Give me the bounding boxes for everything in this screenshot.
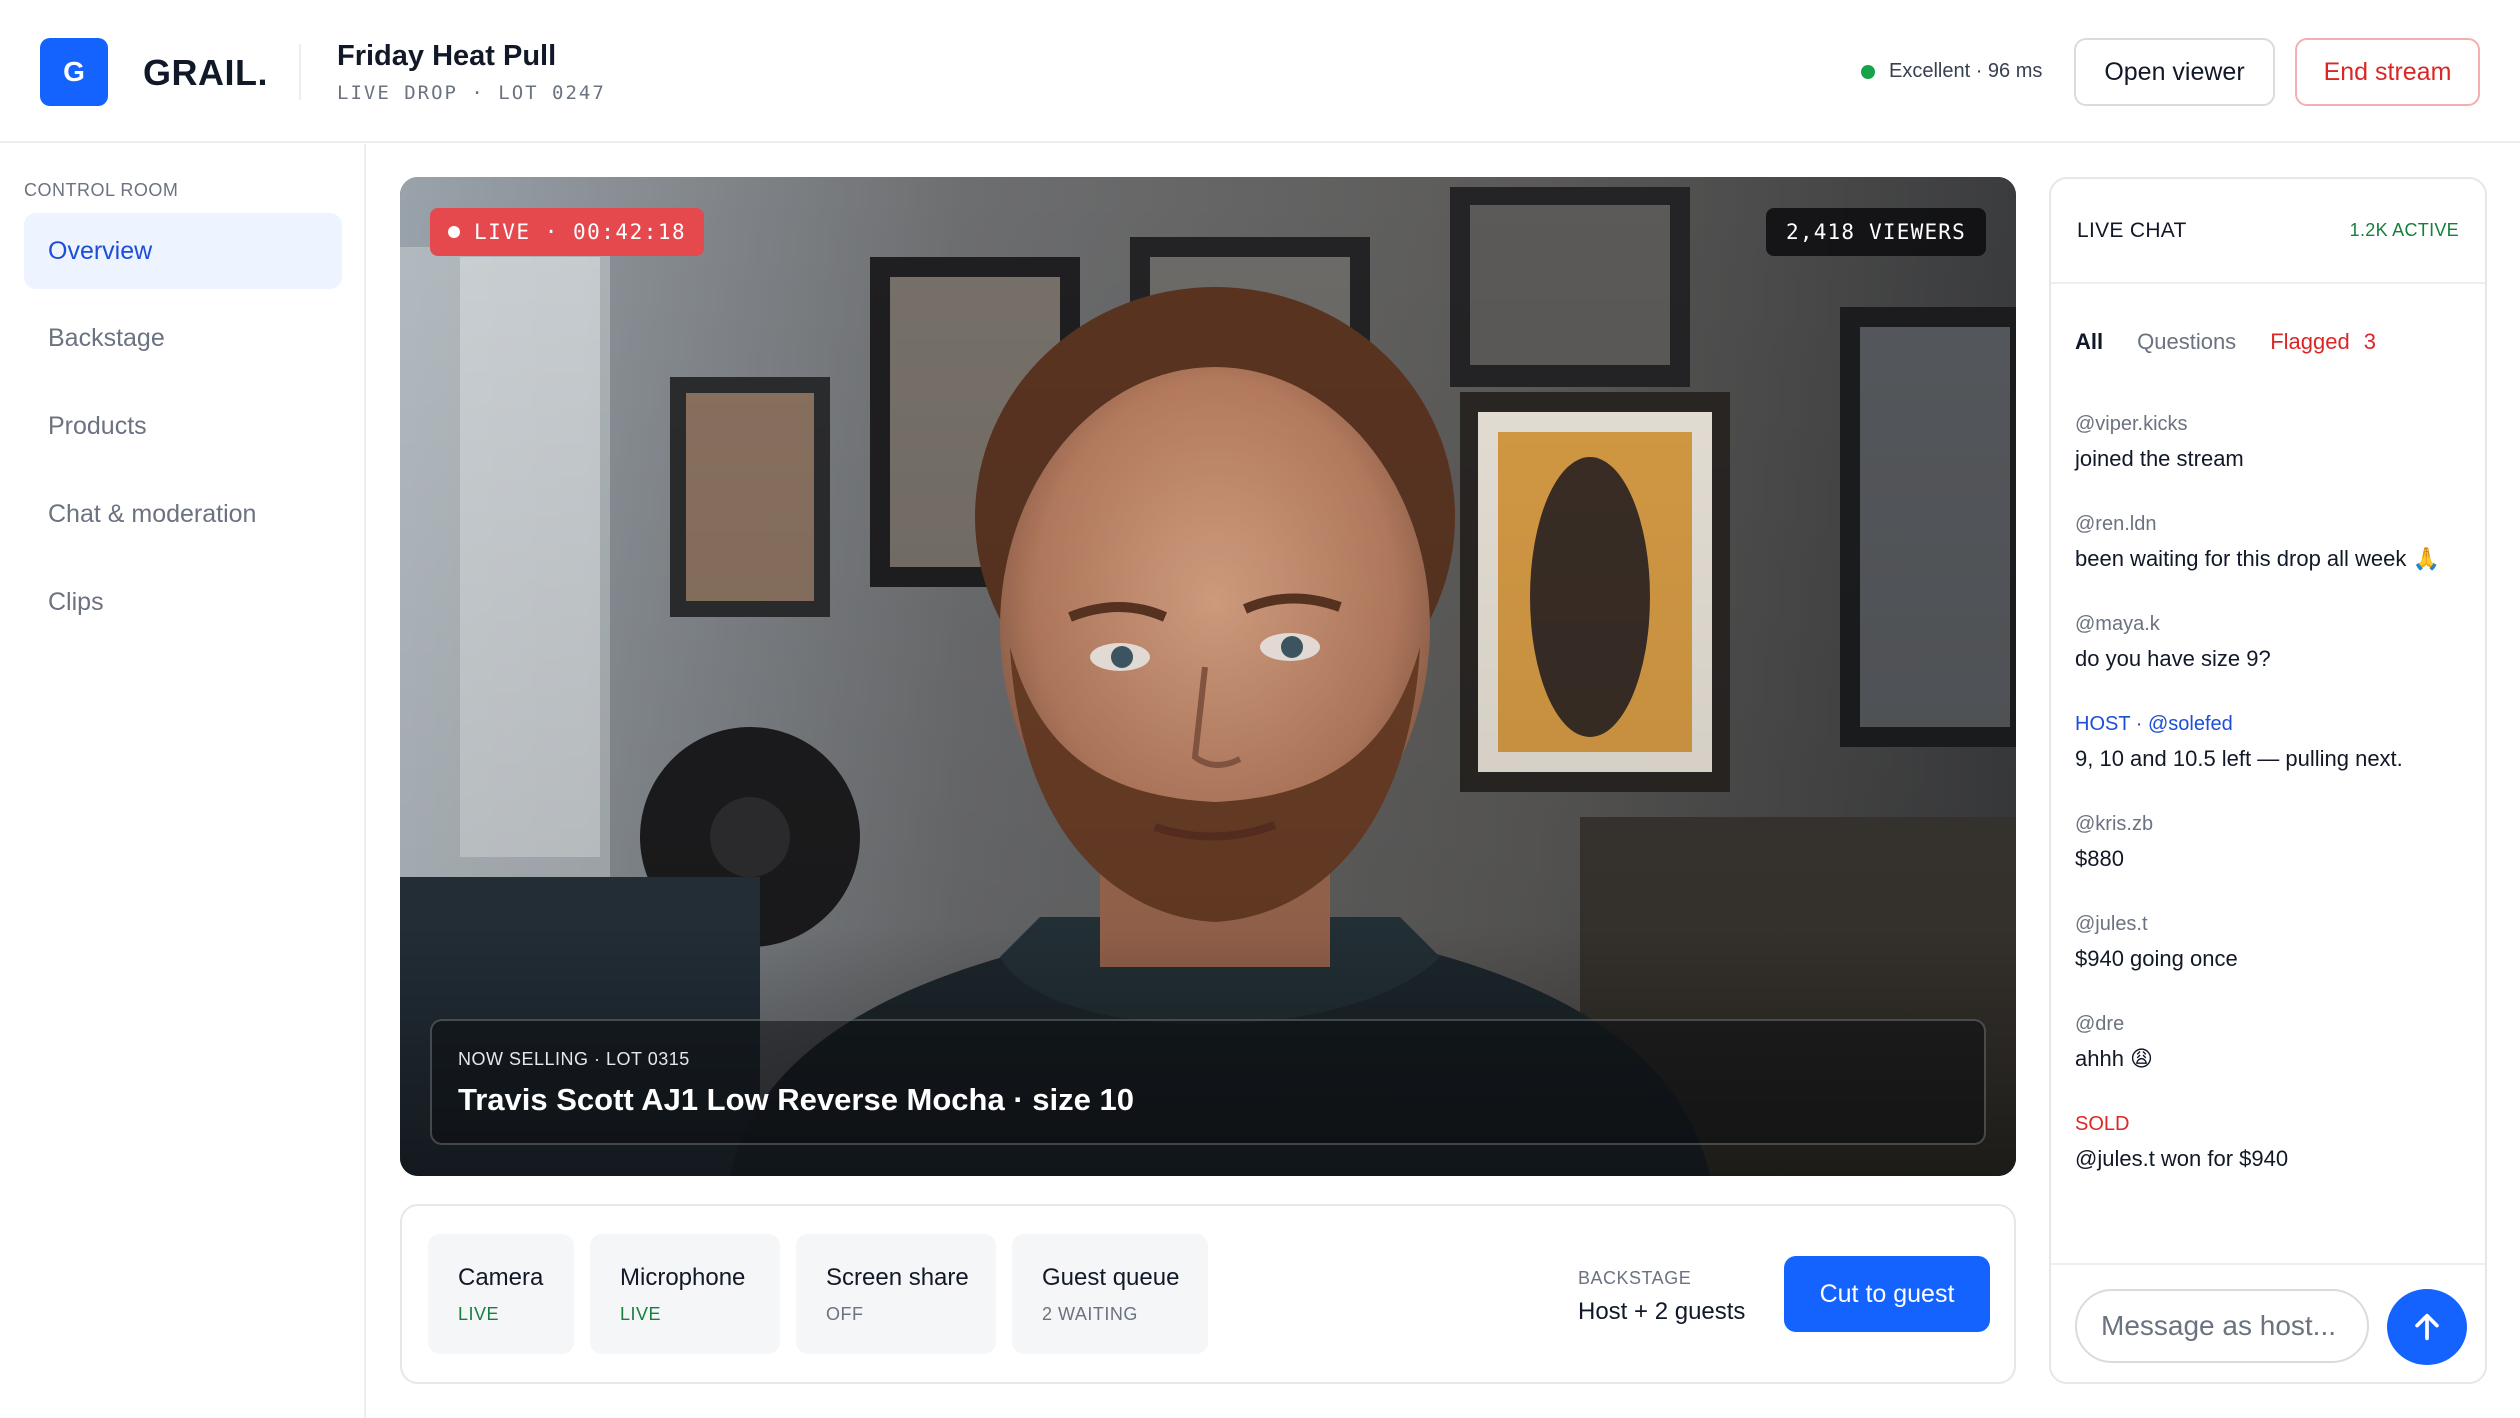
chat-message: @viper.kicks joined the stream — [2075, 413, 2475, 472]
chat-message-text: $880 — [2075, 846, 2124, 871]
now-selling-label: NOW SELLING · LOT 0315 — [458, 1049, 690, 1069]
camera-state: LIVE — [458, 1304, 500, 1324]
chat-tabs: All Questions Flagged 3 — [2075, 329, 2376, 355]
chat-message-input[interactable] — [2075, 1289, 2369, 1363]
guest-queue-label: Guest queue — [1042, 1264, 1180, 1291]
guest-queue-state: 2 WAITING — [1042, 1304, 1138, 1324]
stream-controls: Camera LIVE Microphone LIVE Screen share… — [400, 1204, 2016, 1384]
guest-queue-button[interactable]: Guest queue 2 WAITING — [1012, 1234, 1208, 1354]
screen-share-toggle[interactable]: Screen share OFF — [796, 1234, 996, 1354]
screen-share-label: Screen share — [826, 1264, 969, 1291]
chat-message-text: been waiting for this drop all week 🙏 — [2075, 546, 2440, 571]
sidebar: CONTROL ROOM Overview Backstage Products… — [0, 144, 366, 1418]
header-divider — [299, 44, 301, 100]
video-preview[interactable]: LIVE · 00:42:18 2,418 VIEWERS NOW SELLIN… — [400, 177, 2016, 1176]
chat-message: @dre ahhh 😩 — [2075, 1013, 2475, 1072]
live-timer-label: LIVE · 00:42:18 — [474, 220, 687, 244]
chat-message: @maya.k do you have size 9? — [2075, 613, 2475, 672]
brand-name: GRAIL. — [143, 52, 268, 93]
arrow-up-icon — [2415, 1313, 2439, 1341]
chat-message-user: @maya.k — [2075, 613, 2160, 635]
chat-active-count: 1.2K ACTIVE — [2349, 220, 2459, 240]
sidebar-item-clips[interactable]: Clips — [24, 564, 342, 640]
chat-message-text: @jules.t won for $940 — [2075, 1146, 2289, 1171]
chat-message: @kris.zb $880 — [2075, 813, 2475, 872]
camera-label: Camera — [458, 1264, 544, 1291]
chat-header: LIVE CHAT 1.2K ACTIVE — [2051, 179, 2485, 284]
camera-toggle[interactable]: Camera LIVE — [428, 1234, 574, 1354]
live-dot-icon — [448, 226, 460, 238]
chat-message-text: ahhh 😩 — [2075, 1046, 2153, 1071]
logo-icon: G — [40, 38, 108, 106]
chat-message-text: 9, 10 and 10.5 left — pulling next. — [2075, 746, 2403, 771]
backstage-label: BACKSTAGE — [1578, 1268, 1692, 1288]
chat-message-sold: SOLD @jules.t won for $940 — [2075, 1113, 2475, 1172]
flagged-count-badge: 3 — [2363, 329, 2376, 354]
chat-composer — [2051, 1263, 2485, 1382]
viewer-count-badge: 2,418 VIEWERS — [1766, 208, 1986, 256]
chat-message-user: @dre — [2075, 1013, 2125, 1035]
chat-message-user: @ren.ldn — [2075, 513, 2157, 535]
chat-message-user: SOLD — [2075, 1113, 2130, 1135]
microphone-state: LIVE — [620, 1304, 662, 1324]
backstage-value: Host + 2 guests — [1578, 1298, 1746, 1325]
microphone-label: Microphone — [620, 1264, 746, 1291]
chat-message-text: do you have size 9? — [2075, 646, 2271, 671]
chat-message-host: HOST · @solefed 9, 10 and 10.5 left — pu… — [2075, 713, 2475, 772]
top-header: G GRAIL. Friday Heat Pull LIVE DROP · LO… — [0, 0, 2520, 143]
sidebar-heading: CONTROL ROOM — [24, 180, 179, 200]
now-selling-overlay: NOW SELLING · LOT 0315 Travis Scott AJ1 … — [430, 1019, 1986, 1145]
tab-flagged[interactable]: Flagged — [2270, 329, 2350, 355]
chat-message-user: @jules.t — [2075, 913, 2148, 935]
screen-share-state: OFF — [826, 1304, 864, 1324]
chat-title: LIVE CHAT — [2077, 219, 2187, 242]
live-timer-badge: LIVE · 00:42:18 — [430, 208, 705, 256]
end-stream-button[interactable]: End stream — [2295, 38, 2480, 106]
chat-message: @ren.ldn been waiting for this drop all … — [2075, 513, 2475, 572]
connection-dot-icon — [1861, 64, 1875, 79]
now-selling-item: Travis Scott AJ1 Low Reverse Mocha · siz… — [458, 1082, 1134, 1117]
sidebar-item-products[interactable]: Products — [24, 388, 342, 464]
connection-status: Excellent · 96 ms — [1861, 60, 2042, 83]
sidebar-item-overview[interactable]: Overview — [24, 213, 342, 289]
microphone-toggle[interactable]: Microphone LIVE — [590, 1234, 780, 1354]
send-button[interactable] — [2387, 1289, 2467, 1365]
sidebar-item-backstage[interactable]: Backstage — [24, 300, 342, 376]
chat-message-text: $940 going once — [2075, 946, 2238, 971]
connection-label: Excellent · 96 ms — [1889, 60, 2043, 82]
chat-message-user: @viper.kicks — [2075, 413, 2188, 435]
cut-to-guest-button[interactable]: Cut to guest — [1784, 1256, 1990, 1332]
sidebar-item-chat-moderation[interactable]: Chat & moderation — [24, 476, 342, 552]
open-viewer-button[interactable]: Open viewer — [2074, 38, 2275, 106]
chat-message: @jules.t $940 going once — [2075, 913, 2475, 972]
tab-all[interactable]: All — [2075, 329, 2103, 355]
chat-message-user: HOST · @solefed — [2075, 713, 2233, 735]
chat-message-user: @kris.zb — [2075, 813, 2154, 835]
chat-message-text: joined the stream — [2075, 446, 2244, 471]
tab-questions[interactable]: Questions — [2137, 329, 2236, 355]
stream-title: Friday Heat Pull — [337, 40, 557, 72]
stream-subtitle: LIVE DROP · LOT 0247 — [337, 82, 606, 104]
live-chat-panel: LIVE CHAT 1.2K ACTIVE All Questions Flag… — [2049, 177, 2487, 1384]
